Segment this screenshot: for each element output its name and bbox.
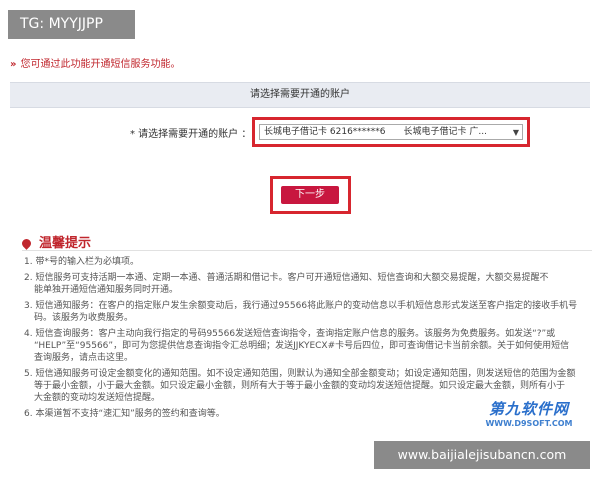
query-help-link[interactable]: 查询服务，请点击这里。 [24, 352, 590, 364]
tips-title: 温馨提示 [39, 236, 92, 251]
next-step-button[interactable]: 下一步 [281, 186, 339, 204]
account-select-highlight: 长城电子借记卡 6216******6 长城电子借记卡 广... ▼ [252, 117, 530, 147]
tip-item: 4. 短信查询服务：客户主动向我行指定的号码95566发送短信查询指令，查询指定… [24, 328, 590, 364]
panel-title: 请选择需要开通的账户 [10, 82, 590, 108]
tips-heading: 温馨提示 [20, 232, 92, 251]
account-select[interactable]: 长城电子借记卡 6216******6 长城电子借记卡 广... ▼ [259, 124, 523, 140]
service-notice: » 您可通过此功能开通短信服务功能。 [10, 55, 180, 70]
tip-item: 3. 短信通知服务：在客户的指定账户发生余额变动后，我行通过95566将此账户的… [24, 301, 578, 323]
tip-item: 2. 短信服务可支持活期一本通、定期一本通、普通活期和借记卡。客户可开通短信通知… [24, 273, 549, 295]
watermark-url: WWW.D9SOFT.COM [485, 419, 573, 428]
account-number: 6216******6 [329, 127, 386, 137]
tips-divider [22, 250, 592, 251]
notice-text: 您可通过此功能开通短信服务功能。 [20, 59, 181, 70]
account-type-repeat: 长城电子借记卡 广... [403, 127, 487, 137]
notice-arrows-icon: » [10, 59, 17, 70]
tip-item: 1. 带*号的输入栏为必填项。 [24, 257, 139, 267]
next-button-highlight: 下一步 [270, 176, 351, 214]
site-watermark: 第九软件网 WWW.D9SOFT.COM [470, 398, 588, 428]
overlay-tag: TG: MYYJJPP [8, 10, 135, 39]
caption-banner: www.baijialejisubancn.com [374, 441, 590, 469]
location-pin-icon [20, 237, 33, 250]
watermark-logo: 第九软件网 [488, 400, 569, 418]
account-type: 长城电子借记卡 [264, 127, 328, 137]
account-field-label: * 请选择需要开通的账户 ： [130, 129, 252, 140]
chevron-down-icon[interactable]: ▼ [513, 125, 519, 140]
